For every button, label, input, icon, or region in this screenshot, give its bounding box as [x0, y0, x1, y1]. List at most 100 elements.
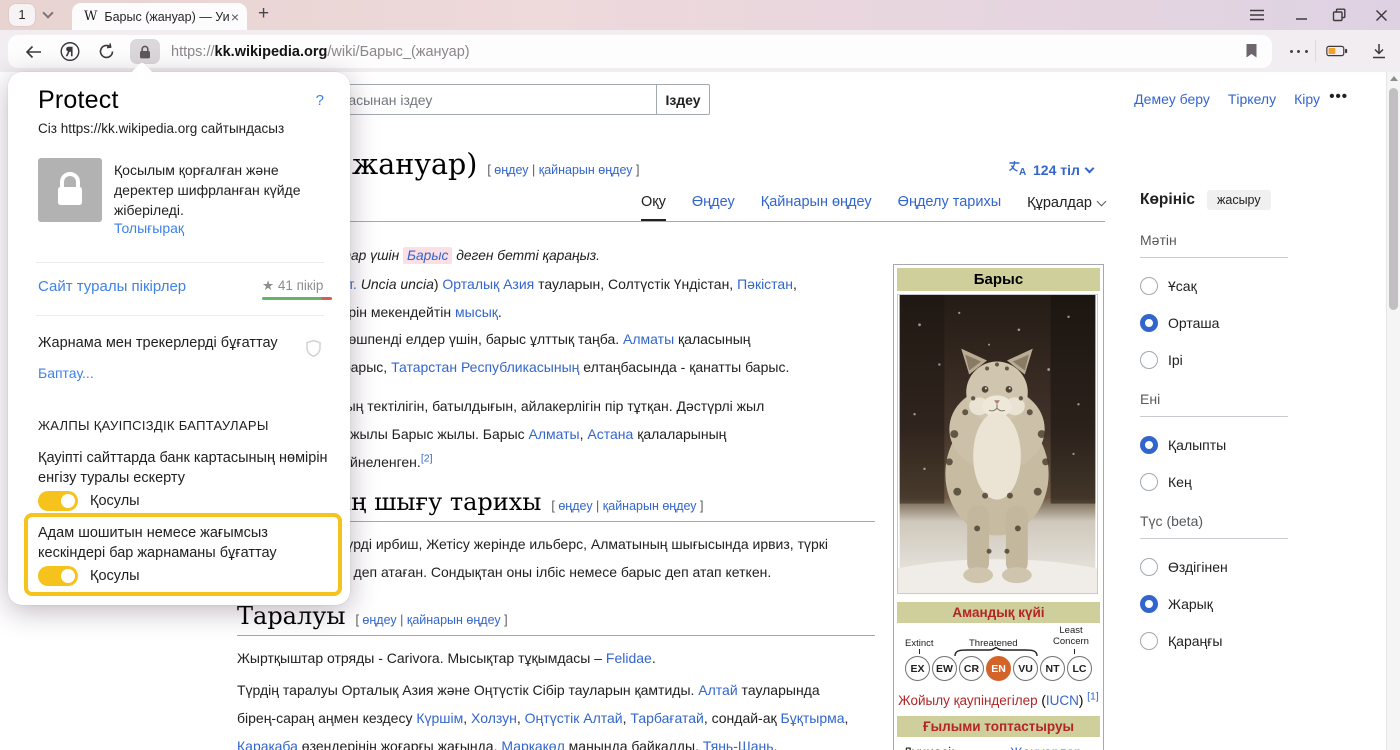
radio-button[interactable] — [1140, 314, 1158, 332]
appearance-option-Ұсақ[interactable]: Ұсақ — [1140, 277, 1290, 295]
active-tab[interactable]: W Барыс (жануар) — Уики × — [72, 3, 247, 30]
status-redlink[interactable]: Жойылу қаупіндегілер — [898, 693, 1037, 708]
scrollbar-thumb[interactable] — [1389, 88, 1398, 310]
setting1-text: Қауіпті сайттарда банк картасының нөмірі… — [38, 448, 328, 488]
setting1-state: Қосулы — [90, 493, 140, 509]
wiki-more-menu[interactable]: ••• — [1329, 88, 1348, 105]
setting1-toggle[interactable] — [38, 491, 78, 511]
radio-button[interactable] — [1140, 632, 1158, 650]
radio-button[interactable] — [1140, 558, 1158, 576]
inline-link[interactable]: Felidae — [606, 650, 652, 666]
appearance-option-Жарық[interactable]: Жарық — [1140, 595, 1290, 613]
tab-list-chevron-icon[interactable] — [42, 7, 53, 18]
view-tab-tools[interactable]: Құралдар — [1027, 194, 1105, 221]
setting2-toggle[interactable] — [38, 566, 78, 586]
url-text[interactable]: https://kk.wikipedia.org/wiki/Барыс_(жан… — [171, 44, 470, 60]
radio-button[interactable] — [1140, 595, 1158, 613]
site-reviews-link[interactable]: Сайт туралы пікірлер — [38, 278, 186, 295]
tools-chevron-icon — [1097, 197, 1107, 207]
inline-link[interactable]: Күршім — [416, 710, 463, 726]
appearance-title: Көрініс — [1140, 191, 1195, 209]
connection-more-link[interactable]: Толығырақ — [114, 220, 184, 236]
security-section-header: ЖАЛПЫ ҚАУІПСІЗДІК БАПТАУЛАРЫ — [38, 418, 269, 433]
minimize-window-icon[interactable] — [1292, 6, 1310, 24]
radio-button[interactable] — [1140, 436, 1158, 454]
iucn-link[interactable]: IUCN — [1046, 693, 1079, 708]
edit-link[interactable]: өңдеу — [558, 499, 592, 513]
downloads-icon[interactable] — [1368, 38, 1390, 64]
inline-link[interactable]: Қарақаба — [237, 738, 298, 750]
inline-link[interactable]: Холзун — [471, 710, 517, 726]
inline-link[interactable]: Алматы — [623, 331, 674, 347]
menu-hamburger-icon[interactable] — [1248, 6, 1266, 24]
inline-link[interactable]: Орталық Азия — [442, 276, 534, 292]
view-tab-Өңдеу[interactable]: Өңдеу — [692, 194, 735, 221]
conservation-status-diagram: Extinct Threatened Least Concern EXEWCRE… — [897, 623, 1100, 691]
connection-text: Қосылым қорғалған және деректер шифрланғ… — [114, 160, 332, 220]
view-tab-Өңделу тарихы[interactable]: Өңделу тарихы — [898, 194, 1001, 221]
inline-link[interactable]: Алтай — [698, 682, 737, 698]
edit-source-link[interactable]: қайнарын өңдеу — [603, 499, 697, 513]
inline-link[interactable]: Тарбағатай — [630, 710, 703, 726]
tab-counter-button[interactable]: 1 — [9, 4, 35, 26]
adblock-setup-link[interactable]: Баптау... — [38, 365, 94, 381]
new-tab-button[interactable]: + — [258, 3, 269, 25]
appearance-option-Кең[interactable]: Кең — [1140, 473, 1290, 491]
inline-link[interactable]: Оңтүстік Алтай — [525, 710, 623, 726]
reviews-count[interactable]: ★ 41 пікір — [262, 278, 323, 294]
appearance-option-Қалыпты[interactable]: Қалыпты — [1140, 436, 1290, 454]
inline-link[interactable]: Бұқтырма — [781, 710, 845, 726]
edit-link[interactable]: өңдеу — [362, 613, 396, 627]
appearance-option-Орташа[interactable]: Орташа — [1140, 314, 1290, 332]
edit-link[interactable]: өңдеу — [494, 163, 528, 177]
close-window-icon[interactable] — [1372, 6, 1390, 24]
edit-bracket: ] — [501, 613, 508, 627]
kingdom-link[interactable]: Жануарлар — [1010, 745, 1082, 750]
wiki-top-link[interactable]: Кіру — [1294, 91, 1320, 107]
kingdom-row: Дүниесі: Жануарлар — [897, 737, 1100, 750]
wikipedia-favicon: W — [84, 9, 97, 24]
appearance-option-Өздігінен[interactable]: Өздігінен — [1140, 558, 1290, 576]
page-scrollbar[interactable] — [1386, 72, 1400, 750]
radio-button[interactable] — [1140, 473, 1158, 491]
radio-label: Ірі — [1168, 352, 1183, 368]
radio-label: Өздігінен — [1168, 559, 1228, 575]
appearance-hide-button[interactable]: жасыру — [1207, 190, 1271, 210]
inline-link[interactable]: [2] — [421, 452, 433, 464]
appearance-option-Қараңғы[interactable]: Қараңғы — [1140, 632, 1290, 650]
tab-close-icon[interactable]: × — [231, 9, 239, 25]
bookmark-icon[interactable] — [1245, 43, 1258, 64]
view-tab-Оқу[interactable]: Оқу — [641, 194, 666, 221]
wiki-top-link[interactable]: Тіркелу — [1228, 91, 1276, 107]
refresh-icon[interactable] — [96, 42, 116, 62]
scrollbar-up-arrow[interactable] — [1390, 76, 1398, 81]
language-selector[interactable]: A 124 тіл — [1008, 160, 1093, 179]
snow-leopard-photo[interactable] — [897, 294, 1098, 594]
edit-source-link[interactable]: қайнарын өңдеу — [407, 613, 501, 627]
back-icon[interactable] — [24, 42, 44, 62]
address-bar[interactable]: https://kk.wikipedia.org/wiki/Барыс_(жан… — [8, 35, 1272, 68]
battery-icon[interactable] — [1326, 38, 1348, 64]
edit-source-link[interactable]: қайнарын өңдеу — [539, 163, 633, 177]
inline-link[interactable]: Пәкістан — [737, 276, 793, 292]
site-security-lock-icon[interactable] — [130, 39, 160, 64]
inline-link[interactable]: Татарстан Республикасының — [391, 359, 579, 375]
yandex-logo-icon[interactable] — [60, 42, 80, 62]
protect-help-link[interactable]: ? — [316, 92, 324, 109]
radio-button[interactable] — [1140, 351, 1158, 369]
view-tab-Қайнарын өңдеу[interactable]: Қайнарын өңдеу — [761, 194, 872, 221]
search-button[interactable]: Іздеу — [656, 84, 710, 115]
appearance-option-Ірі[interactable]: Ірі — [1140, 351, 1290, 369]
wiki-top-link[interactable]: Демеу беру — [1134, 91, 1210, 107]
inline-link[interactable]: мысық — [455, 304, 498, 320]
radio-button[interactable] — [1140, 277, 1158, 295]
inline-link[interactable]: Марқакөл — [501, 738, 564, 750]
inline-link[interactable]: Барыс — [403, 247, 452, 264]
restore-window-icon[interactable] — [1330, 6, 1348, 24]
toolbar-more-icon[interactable] — [1288, 38, 1310, 64]
inline-link[interactable]: Алматы — [529, 426, 580, 442]
status-ref-link[interactable]: [1] — [1087, 691, 1099, 703]
inline-link[interactable]: Астана — [587, 426, 633, 442]
inline-link[interactable]: Тянь-Шань — [703, 738, 774, 750]
paragraph: Түрдің таралуы Орталық Азия және Оңтүсті… — [237, 676, 848, 750]
